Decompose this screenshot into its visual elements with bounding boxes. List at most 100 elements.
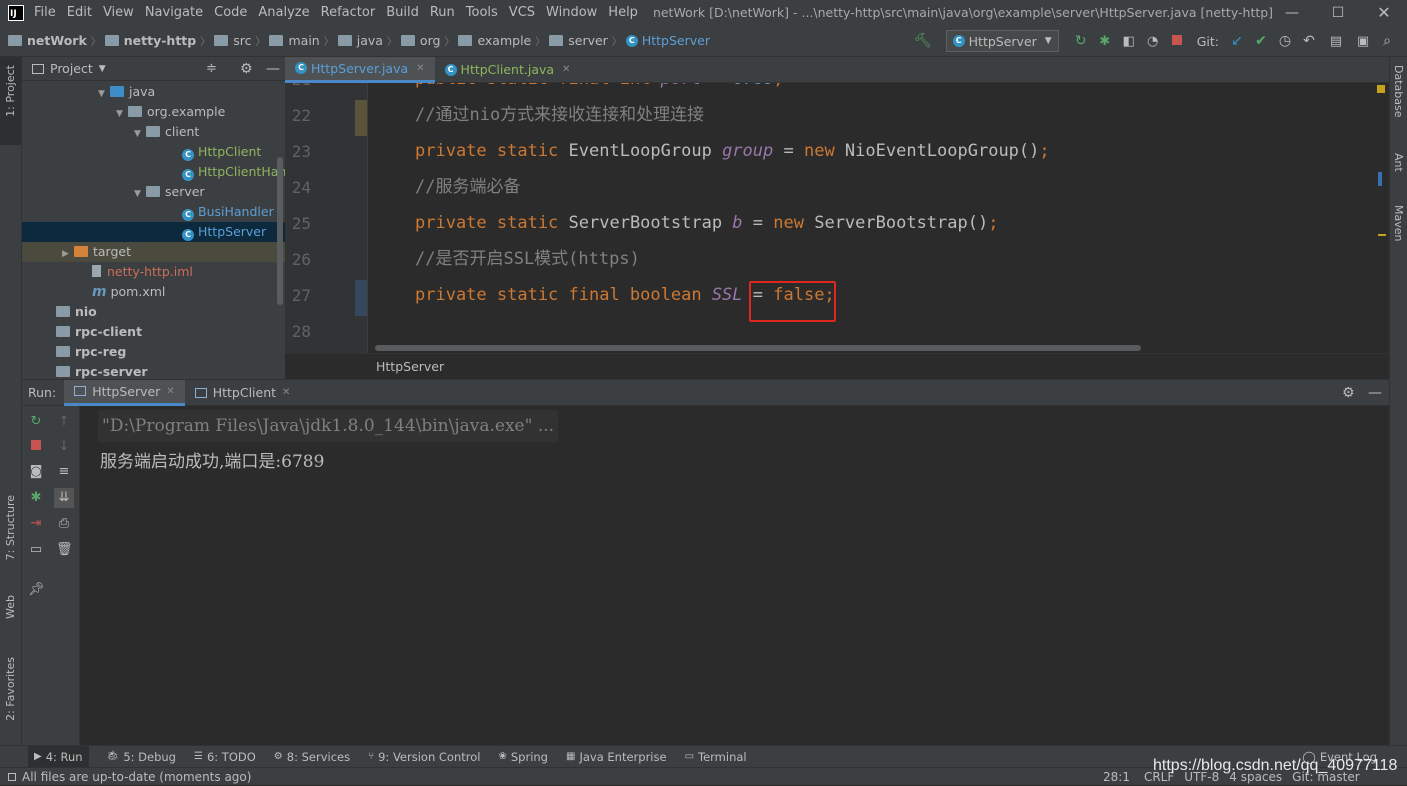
breadcrumb-item[interactable]: netty-http: [104, 33, 196, 48]
search-icon[interactable]: ⌕: [1375, 33, 1399, 49]
bottom-tab[interactable]: ⑂ 9: Version Control: [368, 750, 480, 764]
run-tab-httpserver[interactable]: HttpServer ✕: [64, 379, 185, 406]
close-icon[interactable]: ✕: [166, 386, 174, 397]
console-output[interactable]: "D:\Program Files\Java\jdk1.8.0_144\bin\…: [80, 406, 1389, 745]
tool-favorites-label[interactable]: 2: Favorites: [4, 657, 17, 721]
tab-httpserver[interactable]: C HttpServer.java ✕: [285, 56, 435, 83]
tab-httpclient[interactable]: C HttpClient.java ✕: [435, 57, 581, 83]
close-icon[interactable]: ✕: [1361, 3, 1407, 22]
exit-icon[interactable]: ⇥: [28, 516, 44, 532]
menu-item-help[interactable]: Help: [608, 5, 638, 20]
bottom-tab[interactable]: 🐞︎ 5: Debug: [107, 750, 176, 764]
tree-item[interactable]: m pom.xml: [22, 282, 285, 302]
tree-scrollbar[interactable]: [277, 157, 283, 305]
history-icon[interactable]: ◷: [1273, 33, 1297, 49]
breadcrumb-item[interactable]: netWork: [8, 33, 87, 48]
rerun-icon[interactable]: ↻: [28, 414, 44, 430]
debug-icon[interactable]: ✱: [28, 490, 44, 506]
breadcrumb-item[interactable]: main: [269, 33, 320, 48]
menu-item-window[interactable]: Window: [546, 5, 597, 20]
collapse-arrow-icon[interactable]: ▶: [62, 244, 74, 264]
breadcrumb-item[interactable]: org: [400, 33, 440, 48]
bottom-tab[interactable]: ▭ Terminal: [685, 750, 747, 764]
tool-project-label[interactable]: 1: Project: [4, 65, 17, 117]
tree-item[interactable]: ▼ server: [22, 182, 285, 202]
camera-icon[interactable]: ◙: [28, 464, 44, 480]
tree-item[interactable]: ▶ target: [22, 242, 285, 262]
gear-icon[interactable]: ⚙: [1342, 385, 1355, 401]
menu-item-file[interactable]: File: [34, 5, 56, 20]
tree-item[interactable]: ▼ client: [22, 122, 285, 142]
breadcrumb-item[interactable]: server: [549, 33, 608, 48]
breadcrumb-item[interactable]: C HttpServer: [625, 33, 710, 48]
coverage-icon[interactable]: ◧: [1117, 34, 1141, 49]
expand-arrow-icon[interactable]: ▼: [98, 84, 110, 104]
presentation-icon[interactable]: ▣: [1351, 34, 1375, 49]
chevron-down-icon[interactable]: ▼: [99, 64, 106, 74]
soft-wrap-icon[interactable]: ≡: [56, 464, 72, 480]
hide-panel-icon[interactable]: —: [1368, 385, 1382, 401]
down-icon[interactable]: ↓: [56, 439, 72, 455]
tree-item[interactable]: C HttpClientHandler: [22, 162, 285, 182]
bottom-tab[interactable]: ⚙ 8: Services: [274, 750, 350, 764]
up-icon[interactable]: ↑: [56, 414, 72, 430]
gear-icon[interactable]: ⚙: [240, 61, 253, 77]
build-hammer-icon[interactable]: 🔨︎: [914, 33, 932, 49]
breadcrumb-item[interactable]: src: [214, 33, 251, 48]
tool-database-label[interactable]: Database: [1392, 65, 1405, 118]
tree-item[interactable]: C HttpClient: [22, 142, 285, 162]
tree-item[interactable]: nio: [22, 302, 285, 322]
minimize-icon[interactable]: —: [1269, 5, 1315, 21]
maximize-icon[interactable]: ☐: [1315, 5, 1361, 21]
stop-icon[interactable]: [28, 439, 44, 455]
run-tab-httpclient[interactable]: HttpClient ✕: [185, 380, 301, 406]
caret-position[interactable]: 28:1: [1103, 770, 1130, 784]
pin-icon[interactable]: 📌︎: [28, 582, 45, 598]
tree-item[interactable]: C HttpServer: [22, 222, 285, 242]
tree-item[interactable]: C BusiHandler: [22, 202, 285, 222]
menu-item-tools[interactable]: Tools: [466, 5, 498, 20]
close-icon[interactable]: ✕: [416, 63, 424, 74]
bottom-tab[interactable]: ☰ 6: TODO: [194, 750, 256, 764]
expand-arrow-icon[interactable]: ▼: [134, 124, 146, 144]
tree-item[interactable]: netty-http.iml: [22, 262, 285, 282]
tree-item[interactable]: rpc-reg: [22, 342, 285, 362]
menu-item-code[interactable]: Code: [214, 5, 247, 20]
tree-item[interactable]: ▼ java: [22, 82, 285, 102]
stop-icon[interactable]: [1165, 34, 1189, 48]
tool-ant-label[interactable]: Ant: [1392, 153, 1405, 172]
debug-icon[interactable]: ✱: [1093, 34, 1117, 49]
bottom-tab[interactable]: ▶ 4: Run: [28, 746, 89, 767]
print-icon[interactable]: ⎙: [56, 516, 72, 532]
bottom-tab[interactable]: ❀ Spring: [498, 750, 548, 764]
rollback-icon[interactable]: ↶: [1297, 33, 1321, 49]
tree-item[interactable]: rpc-client: [22, 322, 285, 342]
menu-item-edit[interactable]: Edit: [67, 5, 92, 20]
menu-item-run[interactable]: Run: [430, 5, 455, 20]
tool-maven-label[interactable]: Maven: [1392, 205, 1405, 241]
project-panel-title[interactable]: Project: [50, 61, 93, 76]
trash-icon[interactable]: 🗑︎: [56, 542, 73, 558]
project-structure-icon[interactable]: ▤: [1321, 34, 1351, 49]
editor-footer-breadcrumb[interactable]: HttpServer: [376, 359, 444, 374]
bottom-tab[interactable]: ▦ Java Enterprise: [566, 750, 667, 764]
run-config-select[interactable]: C HttpServer ▼: [945, 30, 1059, 52]
expand-arrow-icon[interactable]: ▼: [116, 104, 128, 124]
git-update-icon[interactable]: ↙: [1225, 33, 1249, 49]
menu-item-refactor[interactable]: Refactor: [321, 5, 376, 20]
tree-item[interactable]: rpc-server: [22, 362, 285, 379]
rerun-icon[interactable]: ↻: [1069, 33, 1093, 49]
menu-item-analyze[interactable]: Analyze: [258, 5, 309, 20]
layout-icon[interactable]: ▭: [28, 542, 44, 558]
menu-item-build[interactable]: Build: [386, 5, 419, 20]
code-view[interactable]: 21 public static final int port = 6789; 22…: [285, 83, 1389, 353]
menu-item-view[interactable]: View: [103, 5, 134, 20]
scroll-to-end-icon[interactable]: ⇊: [54, 488, 74, 508]
tool-web-label[interactable]: Web: [4, 595, 17, 619]
menu-item-vcs[interactable]: VCS: [509, 5, 535, 20]
git-commit-icon[interactable]: ✔: [1249, 33, 1273, 49]
collapse-all-icon[interactable]: ≑: [206, 61, 217, 76]
profile-icon[interactable]: ◔: [1141, 34, 1165, 49]
close-icon[interactable]: ✕: [562, 64, 570, 75]
expand-arrow-icon[interactable]: ▼: [134, 184, 146, 204]
